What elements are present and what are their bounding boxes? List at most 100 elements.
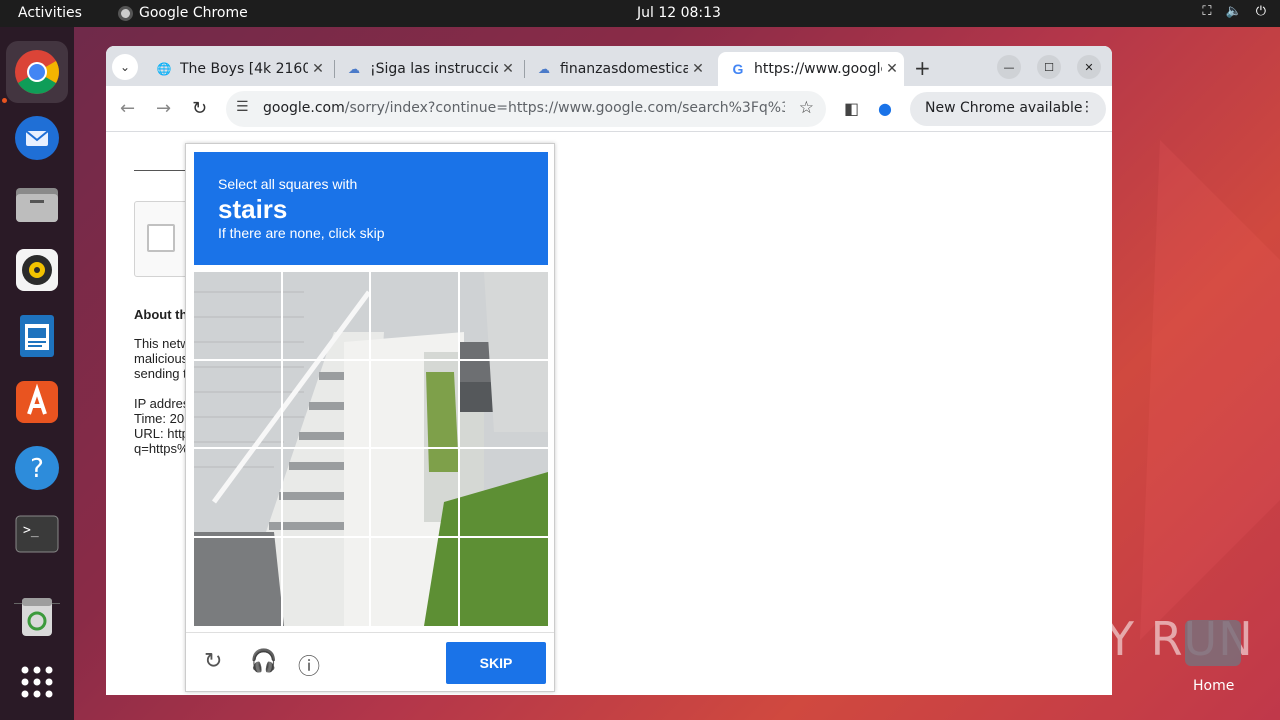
kebab-menu-icon[interactable]: ⋮ [1080,99,1094,115]
grid-tile[interactable] [194,272,283,361]
tab-title: finanzasdomesticas [560,61,688,77]
dock-files[interactable] [6,173,68,235]
close-tab-icon[interactable]: ✕ [882,61,902,77]
new-tab-button[interactable]: + [914,56,931,80]
tab-title: ¡Siga las instrucciones [370,61,498,77]
url-path: /sorry/index?continue=https://www.google… [344,100,785,116]
recaptcha-checkbox[interactable] [147,224,175,252]
dock-thunderbird[interactable] [6,107,68,169]
apps-grid-icon [21,666,53,698]
para-line: q=https% [134,441,189,456]
tab-google-active[interactable]: G https://www.google.com ✕ [718,52,904,86]
about-heading: About th [134,307,188,322]
close-window-button[interactable]: ✕ [1077,55,1101,79]
minimize-button[interactable]: — [997,55,1021,79]
activities-button[interactable]: Activities [18,5,82,21]
trash-icon [22,598,52,636]
globe-icon: 🌐 [156,62,172,76]
address-bar[interactable]: ☰ google.com/sorry/index?continue=https:… [226,91,826,127]
challenge-hint: If there are none, click skip [218,225,385,241]
grid-tile[interactable] [282,360,371,449]
reload-button[interactable]: ↻ [192,98,207,119]
para-line: malicious [134,351,189,366]
app-center-icon [16,381,58,423]
skip-button[interactable]: SKIP [446,642,546,684]
svg-text:?: ? [30,454,44,484]
grid-tile[interactable] [371,537,460,626]
download-cloud-icon: ☁ [538,62,550,76]
back-button[interactable]: ← [120,98,135,119]
new-chrome-available-button[interactable]: New Chrome available ⋮ [910,92,1106,126]
home-folder-icon[interactable] [1185,620,1241,666]
chevron-down-icon: ⌄ [119,60,131,74]
bookmark-star-icon[interactable]: ☆ [799,98,814,118]
close-tab-icon[interactable]: ✕ [308,61,328,77]
grid-tile[interactable] [194,449,283,538]
help-icon: ? [15,446,59,490]
dock: ? >_ [0,27,74,720]
top-bar: Activities Google Chrome Jul 12 08:13 ⛶ … [0,0,1280,27]
tab-title: https://www.google.com [754,61,882,77]
wallpaper-decor [1140,140,1280,640]
app-menu[interactable]: Google Chrome [118,5,248,21]
app-name: Google Chrome [139,5,248,21]
grid-tile[interactable] [371,360,460,449]
challenge-header: Select all squares with stairs If there … [194,152,548,265]
tab-finanzas[interactable]: ☁ finanzasdomesticas ✕ [524,52,714,86]
close-tab-icon[interactable]: ✕ [498,61,518,77]
rhythmbox-icon [16,249,58,291]
dock-terminal[interactable]: >_ [6,503,68,565]
forward-button[interactable]: → [156,98,171,119]
terminal-icon: >_ [15,515,59,553]
recaptcha-challenge: Select all squares with stairs If there … [185,143,555,692]
grid-tile[interactable] [459,449,548,538]
grid-tile[interactable] [194,360,283,449]
writer-icon [20,315,54,357]
tab-the-boys[interactable]: 🌐 The Boys [4k 2160p] ✕ [144,52,335,86]
power-icon: ⏻ [1255,4,1266,19]
dock-trash[interactable] [6,585,68,647]
reload-challenge-icon[interactable]: ↻ [204,649,222,674]
info-icon[interactable]: ⓘ [298,649,320,681]
challenge-instruction: Select all squares with [218,176,358,192]
para-line: IP addres [134,396,190,411]
grid-tile[interactable] [371,449,460,538]
profile-icon[interactable]: ● [878,99,892,118]
side-panel-icon[interactable]: ◧ [844,99,859,118]
running-indicator [2,98,7,103]
dock-chrome[interactable] [6,41,68,103]
grid-tile[interactable] [282,272,371,361]
update-label: New Chrome available [925,100,1083,116]
google-g-icon: G [732,61,744,77]
dock-rhythmbox[interactable] [6,239,68,301]
url-text[interactable]: google.com/sorry/index?continue=https://… [263,100,785,116]
tab-title: The Boys [4k 2160p] [180,61,308,77]
grid-tile[interactable] [459,361,548,449]
maximize-button[interactable]: ☐ [1037,55,1061,79]
dock-writer[interactable] [6,305,68,367]
grid-tile[interactable] [283,537,371,626]
files-icon [16,188,58,222]
url-host: google.com [263,100,345,116]
grid-tile[interactable] [460,538,549,627]
dock-show-apps[interactable] [6,651,68,713]
dock-app-center[interactable] [6,371,68,433]
para-line: Time: 20 [134,411,185,426]
system-tray[interactable]: ⛶ 🔈 ⏻ [1202,4,1266,19]
audio-challenge-icon[interactable]: 🎧 [250,649,277,674]
home-label[interactable]: Home [1193,678,1234,694]
clock[interactable]: Jul 12 08:13 [637,5,721,21]
challenge-footer: ↻ 🎧 ⓘ SKIP [186,632,554,692]
tab-siga[interactable]: ☁ ¡Siga las instrucciones ✕ [334,52,525,86]
grid-tile[interactable] [282,449,371,538]
close-tab-icon[interactable]: ✕ [688,61,708,77]
grid-tile[interactable] [459,272,548,361]
chrome-small-icon [118,5,133,21]
challenge-image-grid [194,272,548,626]
site-info-icon[interactable]: ☰ [236,99,249,115]
grid-tile[interactable] [194,537,283,626]
thunderbird-icon [15,116,59,160]
dock-help[interactable]: ? [6,437,68,499]
grid-tile[interactable] [371,272,460,361]
tab-search-button[interactable]: ⌄ [112,54,138,80]
